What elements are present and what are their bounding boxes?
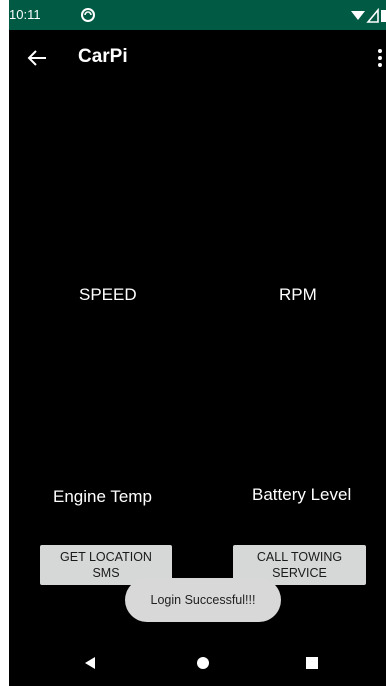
status-signal-icons — [351, 8, 386, 23]
call-towing-line1: CALL TOWING — [256, 550, 343, 564]
status-time: 10:11 — [9, 7, 41, 22]
more-vert-icon[interactable] — [366, 44, 386, 72]
engine-temp-label: Engine Temp — [53, 487, 152, 506]
notification-app-icon — [81, 8, 95, 22]
cell-signal-icon — [366, 8, 379, 23]
app-bar: CarPi — [9, 30, 386, 86]
battery-level-label: Battery Level — [252, 485, 352, 504]
rpm-label: RPM — [279, 285, 317, 304]
system-nav-bar — [9, 640, 386, 686]
square-recents-icon[interactable] — [306, 657, 318, 669]
speed-label: SPEED — [79, 285, 137, 304]
app-title: CarPi — [78, 46, 128, 67]
status-bar: 10:11 — [9, 0, 386, 30]
circle-home-icon[interactable] — [196, 656, 210, 670]
login-toast: Login Successful!!! — [125, 578, 281, 622]
wifi-icon — [351, 11, 365, 20]
arrow-left-icon[interactable] — [21, 42, 53, 74]
triangle-back-icon[interactable] — [83, 656, 97, 670]
battery-icon — [381, 10, 386, 22]
get-location-line1: GET LOCATION — [60, 550, 152, 564]
app-screen: 10:11 CarPi SPEED RPM Engine Temp Batter… — [9, 0, 386, 686]
